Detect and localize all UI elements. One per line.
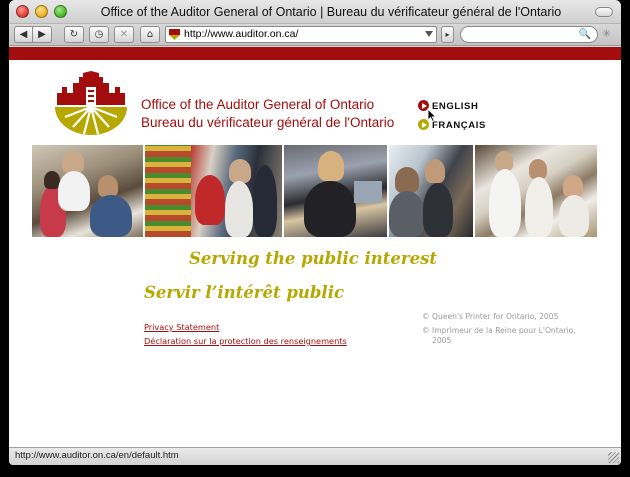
history-icon: ◷ (94, 29, 104, 40)
site-favicon-icon (169, 29, 180, 40)
photo-office-team (32, 145, 143, 237)
monitor-shape (354, 181, 382, 203)
figure-shape (529, 159, 547, 179)
search-icon: 🔍 (578, 29, 591, 40)
french-label: FRANÇAIS (432, 120, 486, 131)
stop-button[interactable]: ✕ (114, 26, 134, 43)
close-window-button[interactable] (16, 5, 29, 18)
figure-shape (58, 171, 90, 211)
figure-shape (318, 151, 344, 181)
photo-banner (32, 145, 597, 237)
title-bar[interactable]: Office of the Auditor General of Ontario… (9, 0, 621, 24)
page-viewport[interactable]: Office of the Auditor General of Ontario… (9, 47, 621, 447)
figure-shape (495, 151, 513, 171)
status-text: http://www.auditor.on.ca/en/default.htm (15, 450, 179, 461)
figure-shape (90, 195, 132, 237)
figure-shape (62, 151, 84, 173)
office-name-english: Office of the Auditor General of Ontario (141, 97, 375, 112)
copyright-french-year: 2005 (432, 336, 452, 345)
figure-shape (98, 175, 118, 197)
resize-grip-icon[interactable] (608, 452, 619, 463)
address-text[interactable]: http://www.auditor.on.ca/ (184, 28, 298, 40)
browser-window: Office of the Auditor General of Ontario… (0, 0, 630, 477)
reload-icon: ↻ (69, 29, 79, 40)
figure-shape (225, 181, 253, 237)
copyright-french-line: © Imprimeur de la Reine pour L'Ontario, (422, 326, 576, 335)
figure-shape (563, 175, 583, 197)
zoom-window-button[interactable] (54, 5, 67, 18)
back-button[interactable]: ◀ (14, 26, 33, 43)
toolbar-toggle-button[interactable] (595, 7, 613, 17)
figure-shape (304, 181, 356, 237)
arrow-cursor-icon (427, 108, 437, 122)
stop-icon: ✕ (119, 29, 129, 40)
figure-shape (389, 191, 425, 237)
snapback-icon: ▸ (445, 30, 450, 39)
chevron-down-icon[interactable] (425, 31, 433, 37)
figure-shape (229, 159, 251, 183)
photo-laboratory (475, 145, 597, 237)
minimize-window-button[interactable] (35, 5, 48, 18)
figure-shape (489, 169, 521, 237)
search-input[interactable]: 🔍 (460, 26, 598, 43)
photo-phone-call (284, 145, 387, 237)
office-name-french: Bureau du vérificateur général de l'Onta… (141, 115, 395, 130)
figure-shape (195, 175, 225, 225)
privacy-statement-link[interactable]: Privacy Statement (144, 322, 219, 332)
status-bar: http://www.auditor.on.ca/en/default.htm (9, 447, 621, 465)
window-frame: Office of the Auditor General of Ontario… (9, 0, 621, 465)
english-label: ENGLISH (432, 101, 479, 112)
photo-observation (389, 145, 473, 237)
slogan-french: Servir l’intérêt public (144, 283, 345, 302)
figure-shape (559, 195, 589, 237)
top-red-banner (9, 47, 621, 60)
photo-grocery-inspection (145, 145, 282, 237)
figure-shape (425, 159, 445, 183)
back-icon: ◀ (19, 29, 28, 40)
slogan-english: Serving the public interest (189, 249, 437, 268)
forward-button[interactable]: ▶ (33, 26, 52, 43)
privacy-statement-french-link[interactable]: Déclaration sur la protection des rensei… (144, 336, 347, 346)
window-title: Office of the Auditor General of Ontario… (100, 5, 562, 19)
ontario-crest-icon (55, 71, 127, 135)
reload-button[interactable]: ↻ (64, 26, 84, 43)
copyright-french: © Imprimeur de la Reine pour L'Ontario, … (422, 326, 576, 346)
figure-shape (395, 167, 419, 193)
loading-spinner-icon: ✳ (602, 27, 612, 40)
figure-shape (253, 165, 277, 237)
snapback-button[interactable]: ▸ (441, 26, 454, 43)
browser-toolbar: ◀ ▶ ↻ ◷ ✕ ⌂ http://www.auditor.on.ca/ ▸ … (9, 24, 621, 46)
produce-shelf (145, 145, 191, 237)
forward-icon: ▶ (38, 29, 46, 40)
figure-shape (423, 183, 453, 237)
copyright-english: © Queen's Printer for Ontario, 2005 (422, 312, 559, 321)
home-icon: ⌂ (146, 29, 154, 40)
home-button[interactable]: ⌂ (140, 26, 160, 43)
address-bar[interactable]: http://www.auditor.on.ca/ (165, 26, 437, 43)
figure-shape (525, 177, 553, 237)
history-button[interactable]: ◷ (89, 26, 109, 43)
